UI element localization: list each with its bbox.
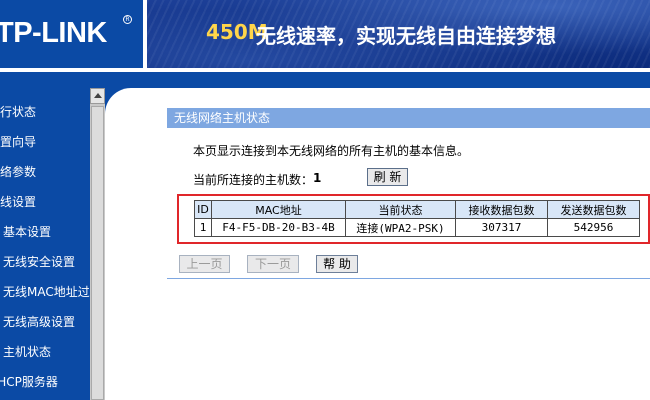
column-header-rx-packets: 接收数据包数 [455, 200, 548, 219]
scroll-up-button[interactable] [90, 88, 105, 104]
sidebar-menu: 运行状态 设置向导 网络参数 无线设置 基本设置 无线安全设置 无线MAC地址过… [0, 72, 90, 400]
cell-id: 1 [194, 218, 212, 237]
cell-status: 连接(WPA2-PSK) [345, 218, 456, 237]
cell-tx-packets: 542956 [547, 218, 640, 237]
panel-divider [167, 278, 650, 279]
column-header-id: ID [194, 200, 212, 219]
cell-mac: F4-F5-DB-20-B3-4B [211, 218, 346, 237]
column-header-tx-packets: 发送数据包数 [547, 200, 640, 219]
panel-title: 无线网络主机状态 [167, 108, 650, 128]
sidebar: 运行状态 设置向导 网络参数 无线设置 基本设置 无线安全设置 无线MAC地址过… [0, 72, 105, 400]
table-header-row: ID MAC地址 当前状态 接收数据包数 发送数据包数 [194, 200, 640, 219]
header: TP-LINK R 450M 无线速率，实现无线自由连接梦想 [0, 0, 650, 68]
sidebar-item-mac-filter[interactable]: 无线MAC地址过滤 [3, 277, 90, 307]
sidebar-item-network-params[interactable]: 网络参数 [0, 157, 36, 187]
logo-text: TP-LINK [0, 17, 107, 49]
sidebar-item-basic-settings[interactable]: 基本设置 [3, 217, 51, 247]
refresh-button[interactable]: 刷 新 [367, 168, 408, 186]
sidebar-item-host-status[interactable]: 主机状态 [3, 337, 51, 367]
registered-mark-icon: R [123, 15, 132, 24]
table-row: 1 F4-F5-DB-20-B3-4B 连接(WPA2-PSK) 307317 … [194, 218, 640, 237]
triangle-up-icon [94, 93, 102, 98]
content-area [105, 88, 650, 400]
prev-page-button[interactable]: 上一页 [179, 255, 230, 273]
sidebar-item-wireless-advanced[interactable]: 无线高级设置 [3, 307, 75, 337]
column-header-status: 当前状态 [345, 200, 456, 219]
panel-description: 本页显示连接到本无线网络的所有主机的基本信息。 [193, 144, 470, 158]
host-count-value: 1 [313, 171, 322, 185]
sidebar-item-setup-wizard[interactable]: 设置向导 [0, 127, 36, 157]
banner-slogan: 无线速率，实现无线自由连接梦想 [256, 24, 556, 48]
column-header-mac: MAC地址 [211, 200, 346, 219]
host-count-label: 当前所连接的主机数： [193, 173, 314, 187]
host-table: ID MAC地址 当前状态 接收数据包数 发送数据包数 1 F4-F5-DB-2… [194, 200, 640, 237]
sidebar-scrollbar[interactable] [90, 88, 105, 400]
sidebar-item-wireless-security[interactable]: 无线安全设置 [3, 247, 75, 277]
sidebar-item-dhcp-server[interactable]: DHCP服务器 [0, 367, 58, 397]
scrollbar-thumb[interactable] [91, 106, 104, 400]
help-button[interactable]: 帮 助 [316, 255, 358, 273]
sidebar-item-running-status[interactable]: 运行状态 [0, 97, 36, 127]
sidebar-item-wireless-settings[interactable]: 无线设置 [0, 187, 36, 217]
next-page-button[interactable]: 下一页 [247, 255, 299, 273]
cell-rx-packets: 307317 [455, 218, 548, 237]
logo: TP-LINK R [0, 0, 143, 68]
banner: 450M 无线速率，实现无线自由连接梦想 [147, 0, 650, 68]
